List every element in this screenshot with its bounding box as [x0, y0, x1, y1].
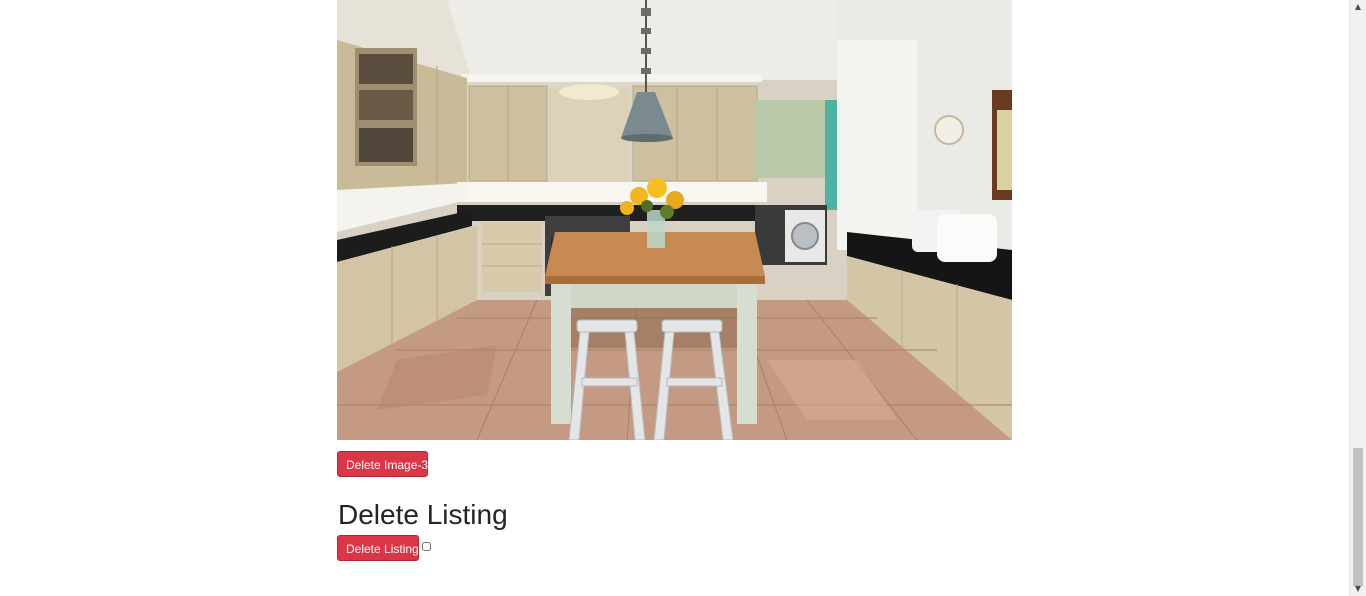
- arrow-down-icon[interactable]: ▼: [1350, 582, 1366, 596]
- page: Delete Image-3 Delete Listing Delete Lis…: [0, 0, 1366, 596]
- delete-listing-confirm-checkbox[interactable]: [422, 542, 431, 551]
- arrow-up-icon[interactable]: ▲: [1350, 0, 1366, 14]
- delete-image-3-button[interactable]: Delete Image-3: [337, 451, 428, 477]
- vertical-scrollbar[interactable]: ▲ ▼: [1349, 0, 1366, 596]
- delete-listing-button[interactable]: Delete Listing: [337, 535, 419, 561]
- listing-edit-content: Delete Image-3 Delete Listing Delete Lis…: [337, 0, 1012, 561]
- scrollbar-thumb[interactable]: [1353, 448, 1363, 586]
- listing-image-3: [337, 0, 1012, 440]
- delete-listing-heading: Delete Listing: [338, 499, 508, 530]
